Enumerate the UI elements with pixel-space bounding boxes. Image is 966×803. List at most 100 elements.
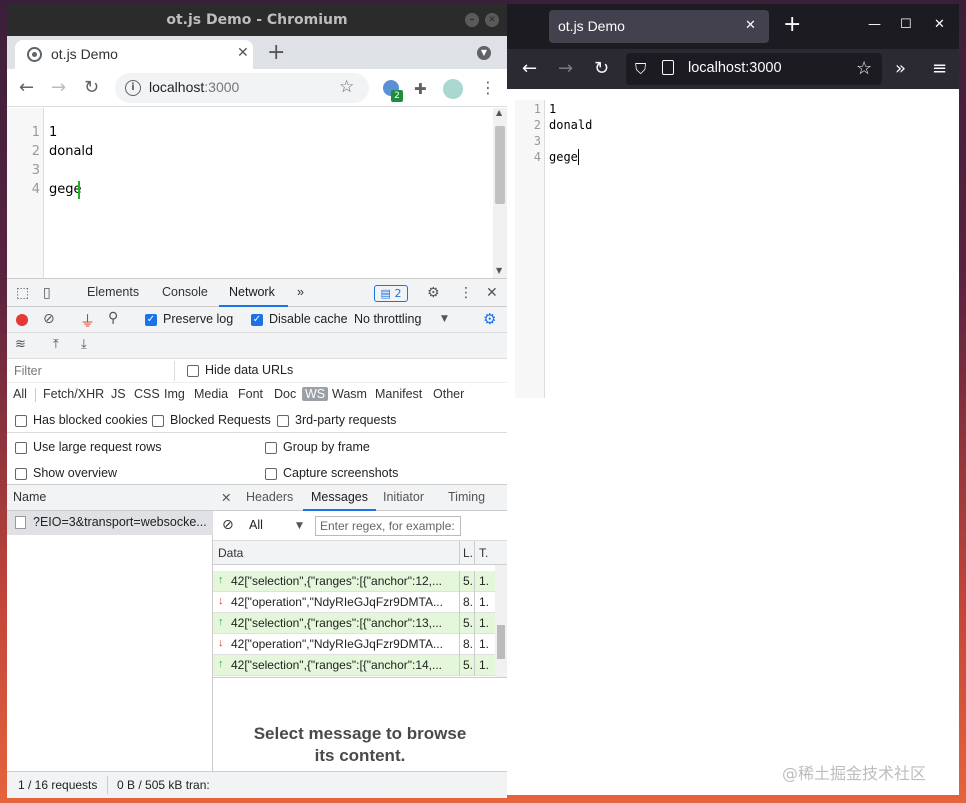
- message-row[interactable]: ↑ 42["selection",{"ranges":[{"anchor":12…: [213, 571, 495, 592]
- tab-network[interactable]: Network: [229, 285, 275, 299]
- avatar[interactable]: [443, 79, 463, 99]
- regex-filter-input[interactable]: Enter regex, for example:: [315, 516, 461, 536]
- type-js[interactable]: JS: [111, 387, 126, 401]
- filter-input[interactable]: Filter: [7, 361, 175, 381]
- settings-gear-icon[interactable]: ⚙: [427, 285, 440, 301]
- name-column-header[interactable]: Name: [7, 485, 213, 511]
- message-row[interactable]: ↑ 42["selection",{"ranges":[{"anchor":14…: [213, 655, 495, 676]
- code-editor[interactable]: [545, 100, 959, 398]
- tab-search-icon[interactable]: ▼: [477, 46, 491, 60]
- devtools-menu-icon[interactable]: ⋮: [459, 285, 473, 301]
- close-tab-icon[interactable]: ✕: [745, 18, 756, 33]
- new-tab-button[interactable]: +: [783, 12, 801, 37]
- type-manifest[interactable]: Manifest: [375, 387, 422, 401]
- show-overview-checkbox[interactable]: [15, 468, 27, 480]
- puzzle-icon[interactable]: ✚: [414, 80, 427, 98]
- reload-icon[interactable]: ↻: [594, 58, 609, 79]
- group-by-frame-checkbox[interactable]: [265, 442, 277, 454]
- table-row[interactable]: ?EIO=3&transport=websocke...: [7, 511, 213, 535]
- back-icon[interactable]: ←: [522, 58, 537, 79]
- shield-icon[interactable]: ⛉: [635, 60, 646, 78]
- minimize-icon[interactable]: —: [868, 17, 881, 32]
- tab-elements[interactable]: Elements: [87, 285, 139, 299]
- address-bar[interactable]: i localhost:3000 ☆: [115, 73, 369, 103]
- issues-badge[interactable]: ▤ 2: [374, 285, 408, 302]
- type-ws[interactable]: WS: [302, 387, 329, 401]
- device-toggle-icon[interactable]: ▯: [43, 285, 51, 301]
- col-data[interactable]: Data: [218, 546, 243, 560]
- overflow-icon[interactable]: »: [895, 58, 906, 79]
- disable-cache-checkbox[interactable]: ✓: [251, 314, 263, 326]
- type-doc[interactable]: Doc: [274, 387, 296, 401]
- col-time[interactable]: T.: [479, 546, 488, 560]
- scroll-thumb[interactable]: [495, 126, 505, 204]
- forward-icon[interactable]: →: [558, 58, 573, 79]
- close-tab-icon[interactable]: ✕: [237, 45, 249, 61]
- tab-timing[interactable]: Timing: [448, 490, 485, 504]
- messages-scrollbar[interactable]: [495, 565, 507, 677]
- bookmark-star-icon[interactable]: ☆: [856, 58, 872, 79]
- scroll-up-icon[interactable]: ▲: [496, 108, 502, 117]
- scroll-thumb[interactable]: [497, 625, 505, 659]
- editor-scrollbar[interactable]: ▲ ▼: [493, 108, 507, 278]
- message-row[interactable]: ↓ 42["operation","NdyRIeGJqFzr9DMTA... 8…: [213, 634, 495, 655]
- address-bar[interactable]: ⛉ localhost:3000: [626, 53, 882, 85]
- info-icon[interactable]: i: [125, 80, 141, 96]
- close-window-button[interactable]: ✕: [485, 13, 499, 27]
- col-length[interactable]: L.: [463, 546, 473, 560]
- message-type-select[interactable]: All: [249, 518, 263, 532]
- type-fetch-xhr[interactable]: Fetch/XHR: [43, 387, 104, 401]
- type-media[interactable]: Media: [194, 387, 228, 401]
- back-icon[interactable]: ←: [19, 77, 34, 98]
- tab-ot-demo[interactable]: ot.js Demo ✕: [15, 40, 253, 69]
- message-row[interactable]: ↑ 42["selection",{"ranges":[{"anchor":13…: [213, 613, 495, 634]
- export-har-icon[interactable]: ⤓: [81, 337, 87, 352]
- message-row[interactable]: ↓ 42["operation","NdyRIeGJqFzr9DMTA... 8…: [213, 592, 495, 613]
- close-detail-icon[interactable]: ✕: [221, 490, 231, 505]
- bookmark-star-icon[interactable]: ☆: [339, 77, 354, 97]
- close-window-icon[interactable]: ✕: [934, 17, 945, 32]
- preserve-log-checkbox[interactable]: ✓: [145, 314, 157, 326]
- type-wasm[interactable]: Wasm: [332, 387, 367, 401]
- type-other[interactable]: Other: [433, 387, 464, 401]
- chevron-down-icon[interactable]: ▼: [441, 314, 448, 324]
- large-rows-checkbox[interactable]: [15, 442, 27, 454]
- firefox-window: ot.js Demo ✕ + — ☐ ✕ ← → ↻ ⛉ localhost:3…: [507, 4, 959, 795]
- third-party-checkbox[interactable]: [277, 415, 289, 427]
- import-har-icon[interactable]: ⤒: [53, 337, 59, 352]
- tab-headers[interactable]: Headers: [246, 490, 293, 504]
- maximize-icon[interactable]: ☐: [900, 17, 912, 32]
- new-tab-button[interactable]: +: [267, 40, 285, 65]
- hide-data-urls-checkbox[interactable]: [187, 365, 199, 377]
- chevron-down-icon[interactable]: ▼: [296, 521, 303, 531]
- clear-icon[interactable]: ⊘: [43, 311, 55, 327]
- hamburger-menu-icon[interactable]: ≡: [932, 58, 947, 79]
- minimize-button[interactable]: –: [465, 13, 479, 27]
- network-conditions-icon[interactable]: ≋: [15, 337, 26, 352]
- more-tabs-icon[interactable]: »: [297, 285, 304, 299]
- scroll-down-icon[interactable]: ▼: [496, 266, 502, 275]
- tab-console[interactable]: Console: [162, 285, 208, 299]
- reload-icon[interactable]: ↻: [84, 77, 99, 98]
- tab-initiator[interactable]: Initiator: [383, 490, 424, 504]
- type-img[interactable]: Img: [164, 387, 185, 401]
- blocked-cookies-checkbox[interactable]: [15, 415, 27, 427]
- capture-screenshots-checkbox[interactable]: [265, 468, 277, 480]
- type-css[interactable]: CSS: [134, 387, 160, 401]
- filter-icon[interactable]: ⏚: [80, 310, 95, 331]
- network-settings-icon[interactable]: ⚙: [483, 310, 496, 328]
- tab-ot-demo[interactable]: ot.js Demo ✕: [549, 10, 769, 43]
- close-devtools-icon[interactable]: ✕: [486, 285, 498, 301]
- code-editor[interactable]: 1 2 3 4 1 donald gege ▲ ▼: [7, 108, 507, 278]
- tab-messages[interactable]: Messages: [311, 490, 368, 504]
- throttling-select[interactable]: No throttling: [354, 312, 421, 326]
- menu-kebab-icon[interactable]: ⋮: [480, 78, 496, 97]
- blocked-requests-checkbox[interactable]: [152, 415, 164, 427]
- forward-icon[interactable]: →: [51, 77, 66, 98]
- clear-messages-icon[interactable]: ⊘: [222, 517, 234, 533]
- type-all[interactable]: All: [13, 387, 27, 401]
- inspect-icon[interactable]: ⬚: [16, 285, 29, 301]
- search-icon[interactable]: ⚲: [108, 310, 118, 326]
- type-font[interactable]: Font: [238, 387, 263, 401]
- record-icon[interactable]: [16, 314, 28, 326]
